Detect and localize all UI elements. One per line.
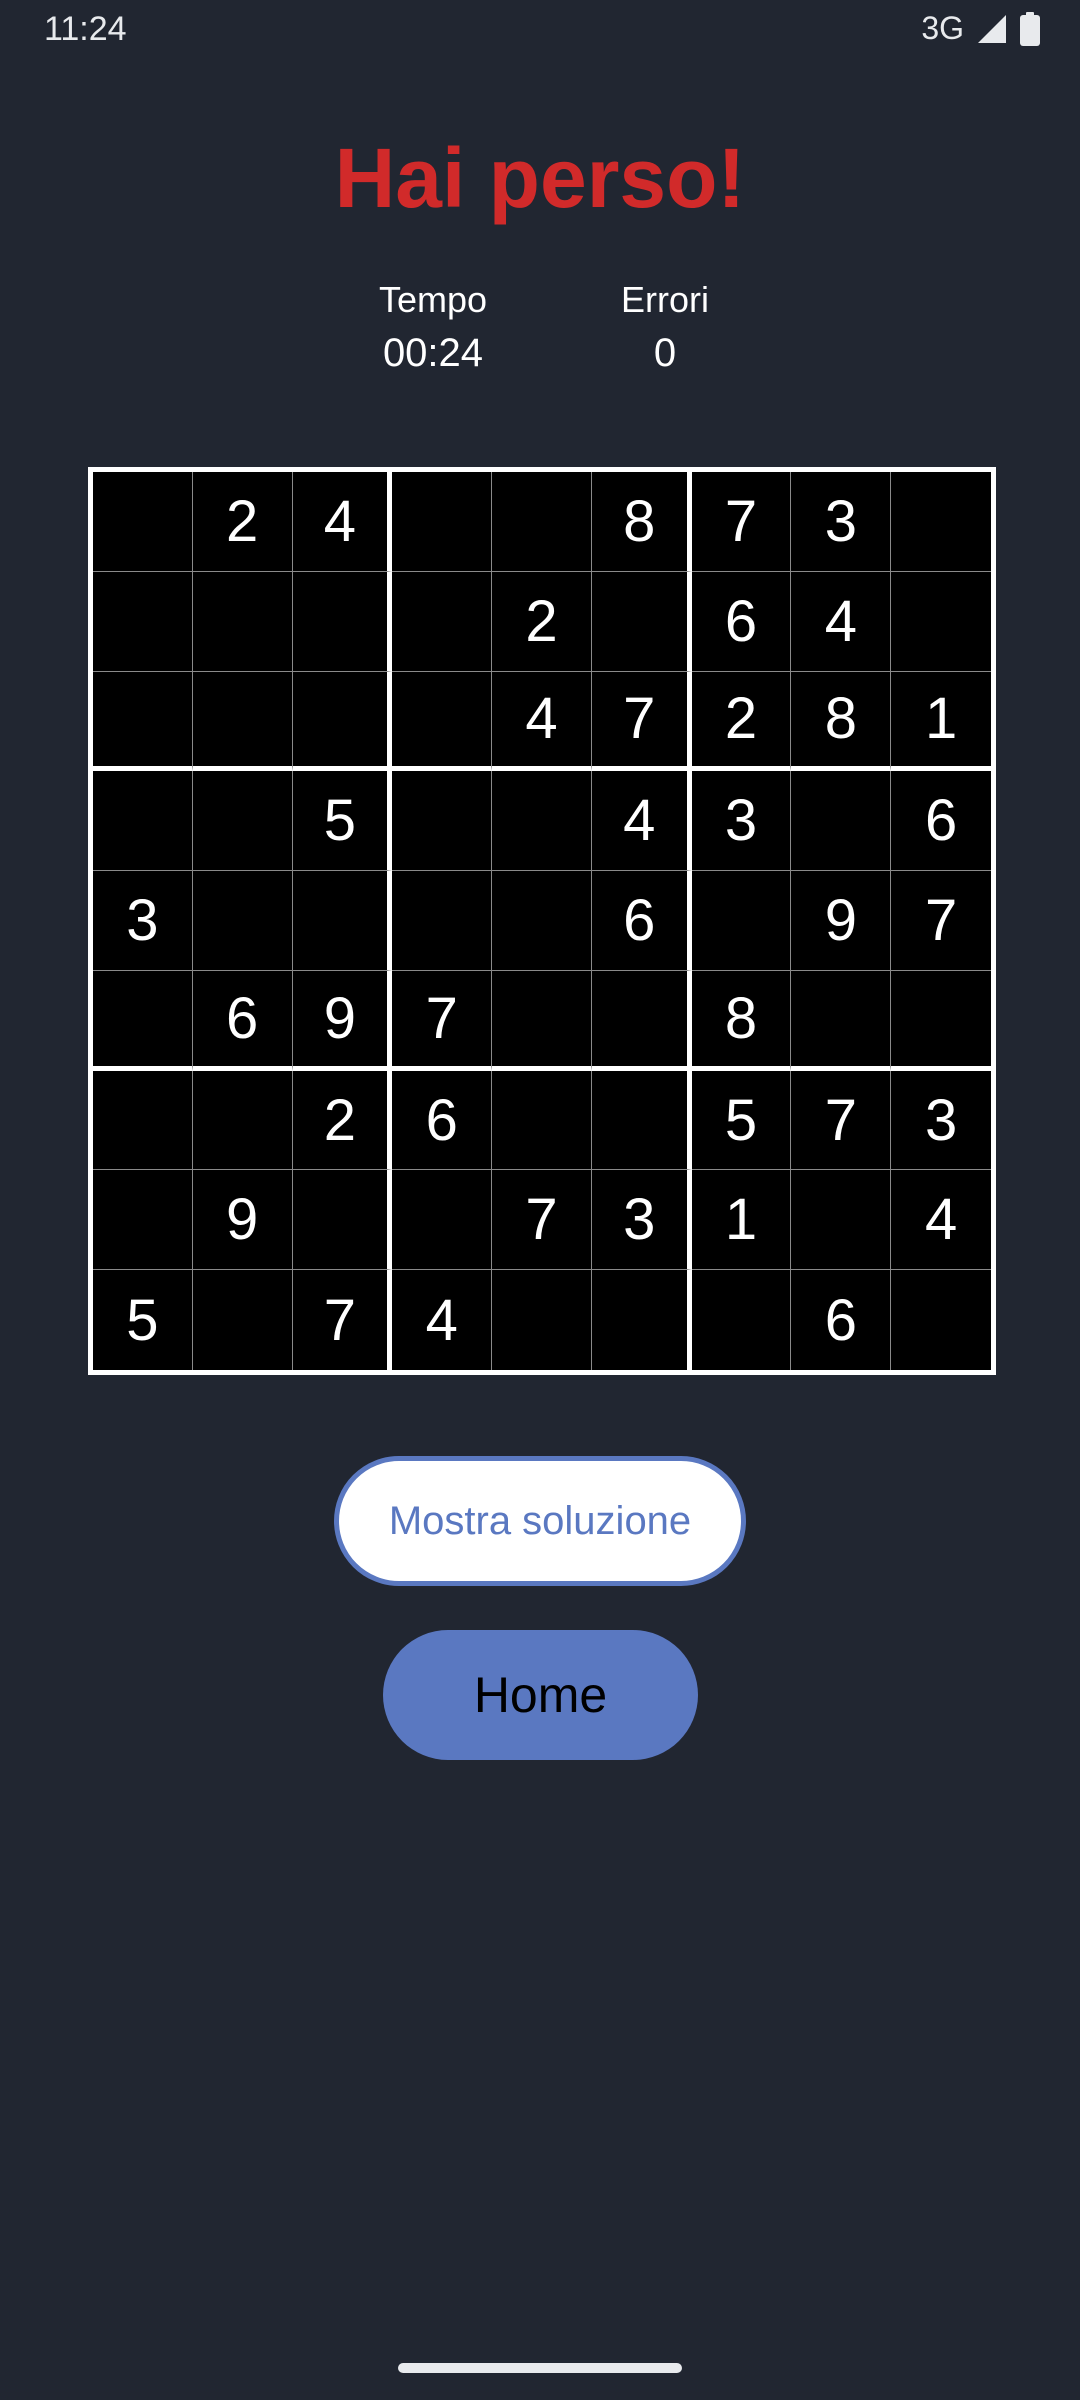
errors-value: 0 [653, 331, 677, 375]
sudoku-cell[interactable]: 6 [192, 970, 293, 1071]
sudoku-cell[interactable]: 4 [292, 472, 393, 572]
game-stats: Tempo 00:24 Errori 0 [0, 275, 1080, 385]
sudoku-cell[interactable] [193, 1270, 293, 1370]
sudoku-cell[interactable]: 6 [791, 1270, 892, 1370]
sudoku-cell[interactable]: 4 [392, 1270, 493, 1370]
sudoku-cell[interactable] [492, 1070, 592, 1171]
sudoku-cell[interactable]: 4 [492, 671, 592, 772]
time-value: 00:24 [382, 331, 484, 375]
sudoku-cell[interactable] [93, 472, 193, 572]
sudoku-cell[interactable] [791, 970, 892, 1071]
sudoku-cell[interactable]: 8 [791, 671, 892, 772]
sudoku-cell[interactable] [492, 970, 592, 1071]
sudoku-cell[interactable] [93, 671, 193, 772]
sudoku-cell[interactable] [592, 1270, 692, 1370]
sudoku-cell[interactable]: 4 [791, 571, 892, 672]
sudoku-cell[interactable]: 2 [192, 472, 293, 572]
sudoku-cell[interactable]: 5 [292, 771, 393, 872]
battery-icon [1020, 11, 1040, 46]
sudoku-cell[interactable]: 3 [891, 1071, 991, 1171]
sudoku-cell[interactable]: 3 [691, 771, 792, 872]
sudoku-cell[interactable] [93, 1170, 193, 1271]
status-bar: 11:24 3G [0, 0, 1080, 60]
sudoku-cell[interactable] [492, 771, 592, 872]
sudoku-cell[interactable] [791, 1170, 892, 1271]
sudoku-cell[interactable]: 6 [891, 771, 991, 872]
sudoku-cell[interactable]: 1 [691, 1170, 792, 1271]
sudoku-cell[interactable]: 4 [591, 771, 692, 872]
sudoku-cell[interactable] [392, 1170, 493, 1271]
sudoku-cell[interactable] [591, 571, 692, 672]
sudoku-cell[interactable]: 2 [691, 671, 792, 772]
sudoku-cell[interactable]: 7 [293, 1270, 393, 1370]
sudoku-cell[interactable]: 6 [691, 571, 792, 672]
sudoku-cell[interactable] [292, 871, 393, 971]
sudoku-cell[interactable] [891, 1270, 991, 1370]
sudoku-cell[interactable]: 7 [591, 671, 692, 772]
sudoku-cell[interactable] [292, 1170, 393, 1271]
sudoku-cell[interactable] [891, 572, 991, 672]
sudoku-cell[interactable]: 7 [492, 1170, 592, 1271]
sudoku-cell[interactable]: 8 [591, 472, 692, 572]
sudoku-cell[interactable]: 9 [791, 871, 892, 971]
sudoku-cell[interactable] [392, 472, 493, 572]
sudoku-cell[interactable] [692, 1270, 792, 1370]
sudoku-board: 248732644728154363697697826573973145746 [88, 467, 996, 1375]
sudoku-cell[interactable] [891, 971, 991, 1071]
sudoku-cell[interactable] [492, 871, 592, 971]
sudoku-cell[interactable] [392, 571, 493, 672]
game-result-title: Hai perso! [334, 131, 746, 225]
sudoku-cell[interactable]: 7 [891, 871, 991, 971]
sudoku-cell[interactable]: 9 [292, 970, 393, 1071]
time-label: Tempo [378, 279, 488, 320]
sudoku-cell[interactable] [292, 671, 393, 772]
sudoku-cell[interactable]: 8 [691, 970, 792, 1071]
sudoku-cell[interactable] [392, 671, 493, 772]
sudoku-cell[interactable]: 6 [392, 1070, 493, 1171]
sudoku-cell[interactable] [93, 571, 193, 672]
sudoku-cell[interactable]: 7 [791, 1070, 892, 1171]
sudoku-cell[interactable]: 1 [891, 672, 991, 772]
sudoku-cell[interactable]: 3 [791, 472, 892, 572]
sudoku-cell[interactable] [891, 472, 991, 572]
sudoku-cell[interactable] [591, 1070, 692, 1171]
sudoku-cell[interactable] [392, 871, 493, 971]
status-time: 11:24 [44, 10, 127, 48]
sudoku-cell[interactable] [93, 1070, 193, 1171]
sudoku-cell[interactable]: 4 [891, 1170, 991, 1271]
sudoku-cell[interactable] [791, 771, 892, 872]
sudoku-cell[interactable]: 2 [292, 1070, 393, 1171]
sudoku-cell[interactable] [192, 871, 293, 971]
sudoku-cell[interactable]: 7 [392, 970, 493, 1071]
sudoku-cell[interactable]: 5 [691, 1070, 792, 1171]
sudoku-cell[interactable] [93, 970, 193, 1071]
gesture-navigation-bar[interactable] [398, 2363, 682, 2373]
sudoku-cell[interactable] [192, 771, 293, 872]
sudoku-cell[interactable]: 9 [192, 1170, 293, 1271]
sudoku-cell[interactable] [591, 970, 692, 1071]
sudoku-cell[interactable]: 7 [691, 472, 792, 572]
sudoku-cell[interactable] [192, 1070, 293, 1171]
sudoku-cell[interactable]: 6 [591, 871, 692, 971]
errors-label: Errori [621, 279, 709, 320]
sudoku-cell[interactable] [292, 571, 393, 672]
home-button[interactable]: Home [383, 1630, 698, 1760]
status-indicators: 3G [921, 10, 1040, 47]
sudoku-cell[interactable] [192, 671, 293, 772]
sudoku-cell[interactable] [392, 771, 493, 872]
sudoku-cell[interactable] [192, 571, 293, 672]
sudoku-cell[interactable] [492, 472, 592, 572]
sudoku-cell[interactable] [691, 871, 792, 971]
time-stat: Tempo 00:24 [313, 275, 553, 381]
sudoku-cell[interactable]: 2 [492, 571, 592, 672]
show-solution-button[interactable]: Mostra soluzione [334, 1456, 746, 1586]
signal-icon [976, 13, 1008, 45]
sudoku-cell[interactable]: 3 [93, 871, 193, 971]
sudoku-cell[interactable] [93, 771, 193, 872]
network-type: 3G [921, 10, 964, 46]
errors-stat: Errori 0 [545, 275, 785, 381]
sudoku-cell[interactable] [492, 1270, 592, 1370]
sudoku-cell[interactable]: 5 [93, 1270, 193, 1370]
sudoku-cell[interactable]: 3 [591, 1170, 692, 1271]
